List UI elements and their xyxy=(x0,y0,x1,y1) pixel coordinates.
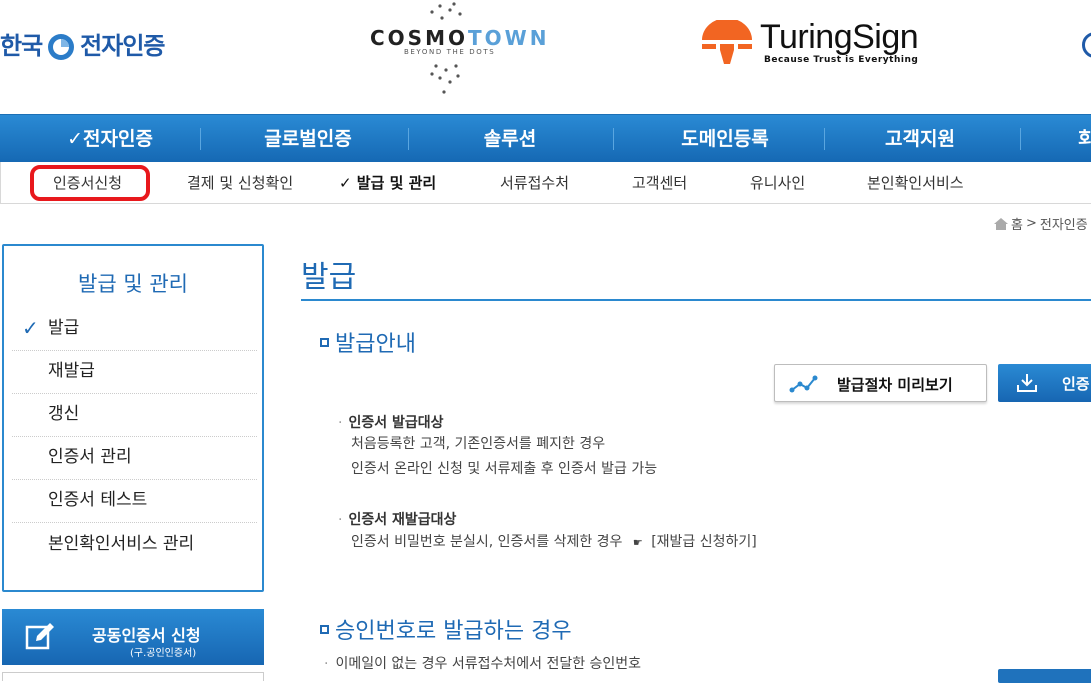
nav-tab-domain[interactable]: 도메인등록 xyxy=(620,115,830,163)
title-divider xyxy=(301,299,1091,301)
reissue-target-line: 인증서 비밀번호 분실시, 인증서를 삭제한 경우 ☛ [재발급 신청하기] xyxy=(351,534,757,550)
cosmotown-logo[interactable]: COSMOTOWN BEYOND THE DOTS xyxy=(370,0,546,100)
korea-e-cert-emblem-icon xyxy=(48,34,75,60)
subnav-unisign[interactable]: 유니사인 xyxy=(750,162,805,204)
sidebar-item-issue[interactable]: ✓ 발급 xyxy=(12,307,257,351)
sidebar-item-reissue[interactable]: 재발급 xyxy=(12,350,257,394)
subnav-identity-service[interactable]: 본인확인서비스 xyxy=(867,162,964,204)
sidebar-item-label: 재발급 xyxy=(48,361,95,381)
sidebar-title: 발급 및 관리 xyxy=(78,272,188,296)
section-issue-guide-title: 발급안내 xyxy=(320,326,416,358)
nav-divider xyxy=(613,128,614,150)
subnav-cert-apply[interactable]: 인증서신청 xyxy=(53,162,122,204)
turingsign-tagline: Because Trust is Everything xyxy=(764,55,919,65)
nav-tab-e-cert[interactable]: ✓전자인증 xyxy=(20,115,200,163)
cosmotown-wordmark: COSMOTOWN xyxy=(370,26,550,50)
sidebar-item-label: 인증서 테스트 xyxy=(48,490,148,510)
nav-divider xyxy=(824,128,825,150)
section-title-text: 승인번호로 발급하는 경우 xyxy=(335,619,572,644)
sidebar-next-box xyxy=(2,672,264,681)
sidebar-item-label: 인증서 관리 xyxy=(48,447,132,467)
turingsign-emblem-icon xyxy=(702,20,752,64)
check-icon: ✓ xyxy=(22,316,39,340)
sidebar-item-label: 발급 xyxy=(48,318,80,338)
subnav-issue-manage[interactable]: ✓ 발급 및 관리 xyxy=(339,162,436,204)
home-icon xyxy=(994,217,1008,230)
nav-tab-support[interactable]: 고객지원 xyxy=(830,115,1010,163)
nav-divider xyxy=(200,128,201,150)
breadcrumb-current[interactable]: 전자인증 xyxy=(1040,214,1088,233)
cert-download-button[interactable]: 인증 xyxy=(998,364,1091,402)
breadcrumb-separator: > xyxy=(1025,216,1037,231)
download-icon xyxy=(1017,374,1037,392)
partner-logo-partial[interactable] xyxy=(1082,32,1091,58)
reissue-apply-link[interactable]: [재발급 신청하기] xyxy=(651,534,757,550)
sub-navigation: 인증서신청 결제 및 신청확인 ✓ 발급 및 관리 서류접수처 고객센터 유니사… xyxy=(0,162,1091,204)
turingsign-name: TuringSign xyxy=(760,18,919,56)
sidebar-item-cert-manage[interactable]: 인증서 관리 xyxy=(12,436,257,480)
breadcrumb-home[interactable]: 홈 xyxy=(1011,214,1023,233)
sidebar-item-identity-manage[interactable]: 본인확인서비스 관리 xyxy=(12,523,257,566)
sidebar-item-renew[interactable]: 갱신 xyxy=(12,393,257,437)
nav-divider xyxy=(408,128,409,150)
section-title-text: 발급안내 xyxy=(335,332,416,357)
korea-e-cert-logo[interactable]: 한국 전자인증 xyxy=(0,24,166,64)
nav-tab-partial[interactable]: 회 xyxy=(1078,115,1091,163)
square-bullet-icon xyxy=(320,624,329,634)
breadcrumb: 홈 > 전자인증 xyxy=(994,214,1088,233)
approval-number-line: · 이메일이 없는 경우 서류접수처에서 전달한 승인번호 xyxy=(324,656,642,672)
korea-logo-text: 한국 전자인증 xyxy=(0,32,166,60)
page-title: 발급 xyxy=(301,260,357,295)
issue-procedure-preview-button[interactable]: 발급절차 미리보기 xyxy=(774,364,987,402)
download-button-label: 인증 xyxy=(1062,375,1090,393)
preview-button-label: 발급절차 미리보기 xyxy=(837,376,953,394)
edit-icon xyxy=(25,623,54,650)
pointing-hand-icon: ☛ xyxy=(632,536,643,549)
issue-target-line: 인증서 온라인 신청 및 서류제출 후 인증서 발급 가능 xyxy=(351,461,658,477)
main-navigation: ✓전자인증 글로벌인증 솔루션 도메인등록 고객지원 회 xyxy=(0,114,1091,163)
issue-target-heading: · 인증서 발급대상 xyxy=(338,415,444,431)
section-approval-number-title: 승인번호로 발급하는 경우 xyxy=(320,613,572,645)
issue-target-line: 처음등록한 고객, 기존인증서를 폐지한 경우 xyxy=(351,436,606,452)
sidebar: 발급 및 관리 ✓ 발급 재발급 갱신 인증서 관리 인증서 테스트 본인확인서… xyxy=(2,244,264,592)
process-flow-icon xyxy=(789,375,818,393)
banner-sublabel: (구.공인인증서) xyxy=(130,648,197,659)
subnav-document-office[interactable]: 서류접수처 xyxy=(500,162,569,204)
subnav-customer-center[interactable]: 고객센터 xyxy=(632,162,687,204)
nav-tab-solution[interactable]: 솔루션 xyxy=(415,115,605,163)
nav-divider xyxy=(1020,128,1021,150)
sidebar-item-label: 갱신 xyxy=(48,404,80,424)
subnav-payment-check[interactable]: 결제 및 신청확인 xyxy=(187,162,293,204)
sidebar-item-cert-test[interactable]: 인증서 테스트 xyxy=(12,479,257,523)
joint-cert-apply-banner[interactable]: 공동인증서 신청 (구.공인인증서) xyxy=(2,609,264,665)
nav-tab-global-cert[interactable]: 글로벌인증 xyxy=(210,115,406,163)
sidebar-item-label: 본인확인서비스 관리 xyxy=(48,534,195,554)
cosmotown-tagline: BEYOND THE DOTS xyxy=(404,48,496,56)
reissue-target-heading: · 인증서 재발급대상 xyxy=(338,512,457,528)
square-bullet-icon xyxy=(320,337,329,347)
banner-label: 공동인증서 신청 xyxy=(92,626,201,645)
